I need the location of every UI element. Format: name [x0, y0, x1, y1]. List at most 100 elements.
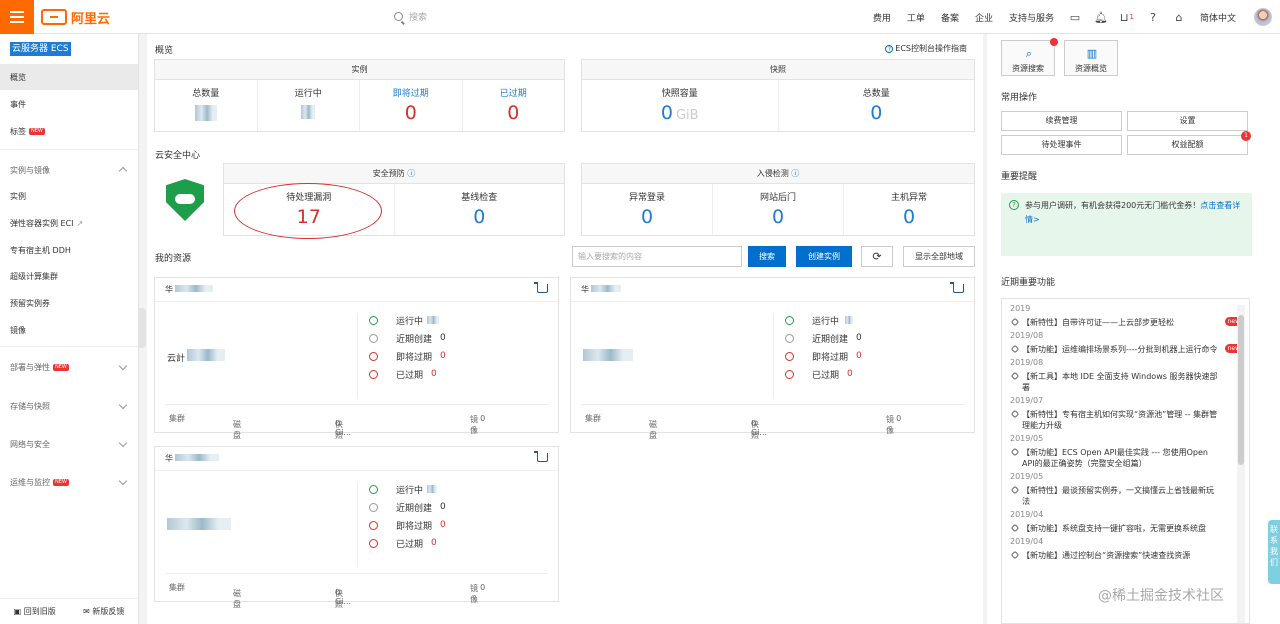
resource-name: [583, 349, 633, 364]
search-button[interactable]: 搜索: [748, 246, 786, 267]
expiring-label: 即将过期: [392, 89, 429, 99]
stat-recent[interactable]: 近期创建 0: [369, 329, 549, 347]
global-search[interactable]: 搜索: [394, 10, 427, 23]
region-card[interactable]: 华 云計 运行中 近期创建 0 即将过期 0 已过期 0 集群 磁盘 快照 0 Gi.…: [154, 277, 559, 440]
region-name: 华: [165, 454, 173, 463]
news-item[interactable]: 【新功能】系统盘支持一键扩容啦，无需更换系统盘: [1002, 521, 1249, 536]
avatar[interactable]: [1254, 8, 1272, 26]
snapshot-value: 0 Gi...: [335, 587, 352, 606]
sidebar-item-events[interactable]: 事件: [0, 91, 138, 117]
nav-fees[interactable]: 费用: [865, 11, 899, 24]
bar-chart-icon: ▥: [1086, 47, 1098, 60]
sidebar-group-deployment[interactable]: 部署与弹性 NEW: [0, 354, 138, 380]
region-card[interactable]: 华 运行中 近期创建 0 即将过期 0 已过期 0 集群 磁盘 快照 0 Gi... …: [570, 277, 975, 440]
redacted-value: [167, 518, 231, 530]
sidebar-collapse-handle[interactable]: [138, 308, 146, 348]
divider: [0, 346, 138, 347]
news-scrollbar[interactable]: [1237, 305, 1245, 623]
sidebar-item-ddh[interactable]: 专有宿主机 DDH: [0, 237, 138, 263]
web-backdoor[interactable]: 网站后门 0: [713, 184, 844, 235]
alarm-icon: [369, 351, 378, 361]
snapshot-value: 0 Gi...: [335, 418, 352, 437]
sidebar-item-reserved[interactable]: 预留实例券: [0, 290, 138, 316]
home-icon[interactable]: ⌂: [1166, 0, 1192, 34]
news-item[interactable]: 【新特性】最谈预留实例券，一文搞懂云上省钱最新玩法: [1002, 483, 1249, 509]
terminal-icon[interactable]: ▭: [1062, 0, 1088, 34]
bell-icon[interactable]: 🔔︎: [1088, 0, 1114, 34]
news-item[interactable]: 【新功能】运维编排场景系列----分批到机器上运行命令 new: [1002, 342, 1249, 357]
baseline-check[interactable]: 基线检查 0: [395, 184, 565, 235]
sidebar-item-scc[interactable]: 超级计算集群: [0, 263, 138, 289]
refresh-button[interactable]: ⟳: [861, 246, 893, 267]
back-to-old-link[interactable]: ▣ 回到旧版: [14, 606, 56, 617]
link-icon: [1010, 371, 1020, 381]
quota-button[interactable]: 权益配额: [1127, 135, 1248, 155]
sidebar-group-instances-images[interactable]: 实例与镜像: [0, 157, 138, 183]
sidebar-group-storage[interactable]: 存储与快照: [0, 393, 138, 419]
news-item[interactable]: 【新工具】本地 IDE 全面支持 Windows 服务器快速部署: [1002, 369, 1249, 395]
scrollbar-thumb[interactable]: [1238, 315, 1244, 465]
sidebar-item-images[interactable]: 镜像: [0, 317, 138, 343]
help-icon[interactable]: ?: [1140, 0, 1166, 34]
stat-running[interactable]: 运行中: [369, 311, 549, 329]
sidebar-title[interactable]: 云服务器 ECS: [10, 42, 71, 56]
language-switch[interactable]: 简体中文: [1192, 11, 1244, 24]
show-all-regions-button[interactable]: 显示全部地域: [903, 246, 975, 267]
security-warning-label: 安全预防: [372, 169, 405, 178]
news-item[interactable]: 【新特性】专有宿主机如何实现“资源池”管理 -- 集群管理能力升级: [1002, 407, 1249, 433]
news-item[interactable]: 【新功能】ECS Open API最佳实践 --- 您使用Open API的最正…: [1002, 445, 1249, 471]
menu-icon[interactable]: [0, 0, 34, 34]
logo[interactable]: 阿里云: [41, 8, 110, 27]
news-item[interactable]: 【新功能】通过控制台“资源搜索”快速查找资源: [1002, 548, 1249, 563]
sidebar-item-eci[interactable]: 弹性容器实例 ECI ↗: [0, 210, 138, 236]
nav-tickets[interactable]: 工单: [899, 11, 933, 24]
stat-expired[interactable]: 已过期 0: [369, 534, 549, 552]
sidebar-item-instances[interactable]: 实例: [0, 183, 138, 209]
instances-expired[interactable]: 已过期 0: [463, 80, 565, 131]
pending-events-button[interactable]: 待处理事件: [1001, 135, 1122, 155]
region-card[interactable]: 华 运行中 近期创建 0 即将过期 0 已过期 0 集群 磁盘 快照 0 Gi... …: [154, 446, 559, 609]
resource-search-input[interactable]: 输入要搜索的内容: [572, 246, 742, 267]
cluster-label: 集群: [585, 414, 601, 423]
stat-recent[interactable]: 近期创建 0: [369, 498, 549, 516]
stat-recent[interactable]: 近期创建 0: [785, 329, 965, 347]
stat-expiring[interactable]: 即将过期 0: [785, 347, 965, 365]
ecs-guide-link[interactable]: ? ECS控制台操作指南: [885, 43, 967, 54]
cart-icon[interactable]: [534, 282, 548, 293]
image-label: 镜像: [886, 415, 894, 435]
renewal-button[interactable]: 续费管理: [1001, 111, 1122, 131]
cart-icon[interactable]: [950, 282, 964, 293]
create-instance-button[interactable]: 创建实例: [796, 246, 852, 267]
disk-label: 磁盘: [233, 588, 241, 609]
nav-enterprise[interactable]: 企业: [967, 11, 1001, 24]
stat-running[interactable]: 运行中: [369, 480, 549, 498]
host-abnormal[interactable]: 主机异常 0: [844, 184, 974, 235]
stat-expired[interactable]: 已过期 0: [785, 365, 965, 383]
nav-support[interactable]: 支持与服务: [1001, 11, 1062, 24]
search-icon: [394, 12, 403, 21]
news-item[interactable]: 【新特性】自带许可证——上云部步更轻松 new: [1002, 315, 1249, 330]
sidebar-item-overview[interactable]: 概览: [0, 64, 138, 90]
stat-expired[interactable]: 已过期 0: [369, 365, 549, 383]
settings-button[interactable]: 设置: [1127, 111, 1248, 131]
abnormal-login[interactable]: 异常登录 0: [582, 184, 713, 235]
sidebar-item-tags[interactable]: 标签 NEW: [0, 118, 138, 144]
sidebar-group-ops[interactable]: 运维与监控 NEW: [0, 469, 138, 495]
stat-label: 运行中: [812, 316, 840, 327]
quick-label: 资源概览: [1075, 64, 1107, 73]
resource-overview-button[interactable]: ▥ 资源概览: [1064, 40, 1118, 76]
stat-expiring[interactable]: 即将过期 0: [369, 347, 549, 365]
image-stat: 镜像 0: [470, 414, 485, 435]
stat-running[interactable]: 运行中: [785, 311, 965, 329]
cart-icon[interactable]: ⊔ 1: [1114, 0, 1140, 34]
instances-expiring[interactable]: 即将过期 0: [360, 80, 463, 131]
cart-icon[interactable]: [534, 451, 548, 462]
resource-search-button[interactable]: ⌕ 资源搜索: [1001, 40, 1055, 76]
sidebar-group-network[interactable]: 网络与安全: [0, 431, 138, 457]
capacity-label: 快照容量: [661, 89, 698, 99]
nav-icp[interactable]: 备案: [933, 11, 967, 24]
stat-expiring[interactable]: 即将过期 0: [369, 516, 549, 534]
contact-us-tab[interactable]: 联系我们: [1268, 520, 1280, 584]
feedback-link[interactable]: ✉ 新版反馈: [83, 606, 124, 617]
alarm-icon: [369, 369, 378, 379]
